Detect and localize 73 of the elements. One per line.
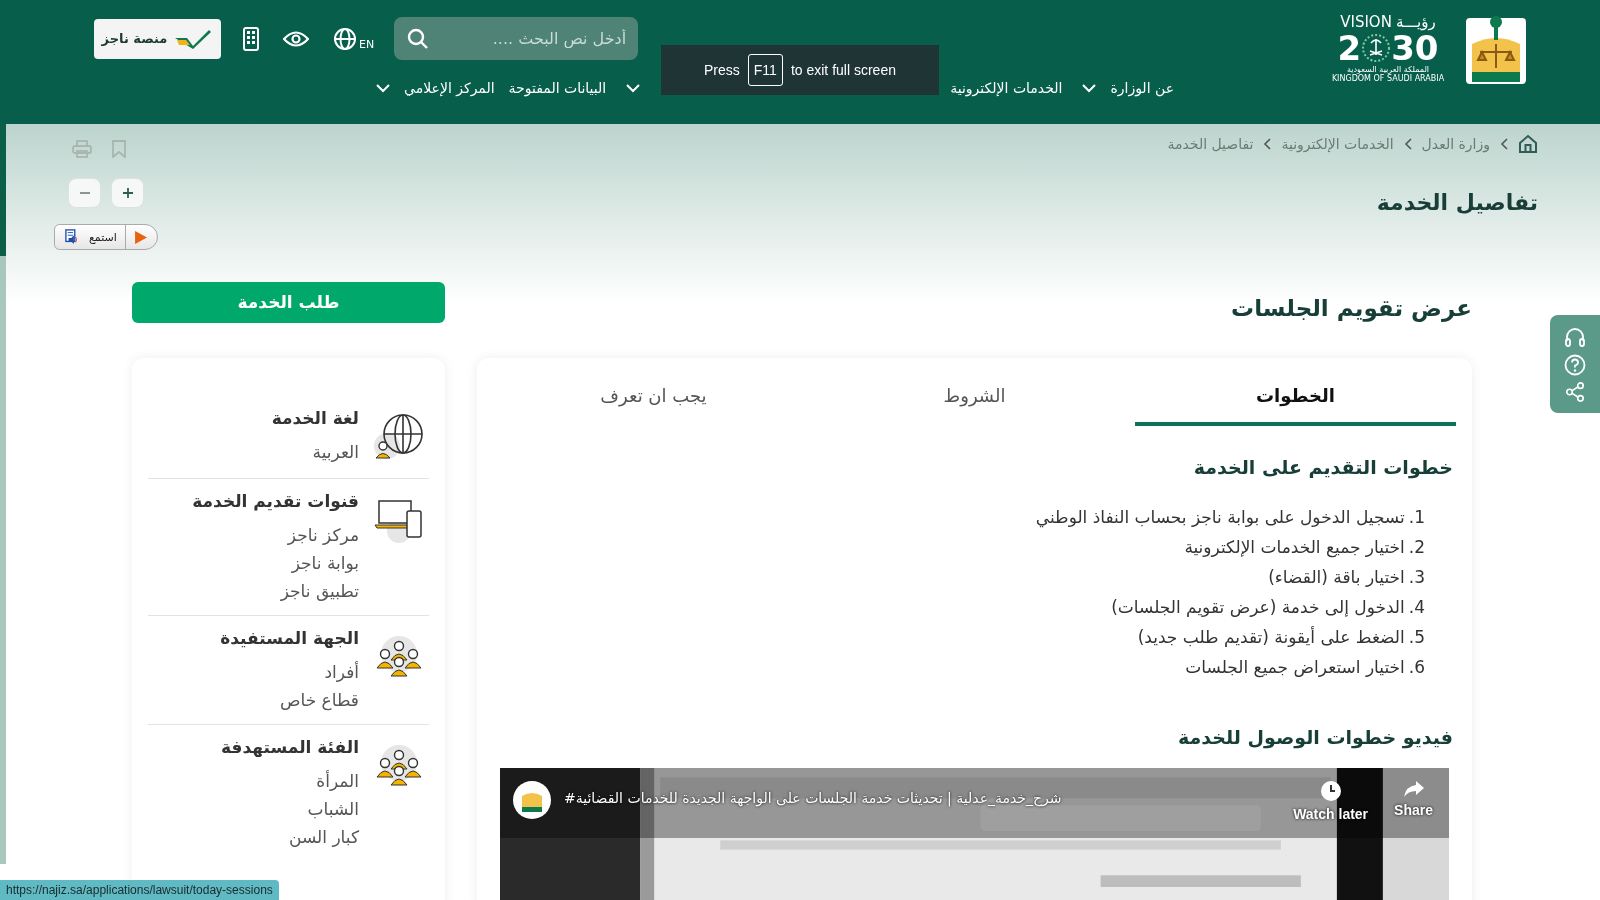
language-link[interactable]: EN [359,37,375,51]
tab[interactable]: الشروط [814,368,1135,426]
info-value: كبار السن [287,827,359,847]
info-title: قنوات تقديم الخدمة [192,491,359,511]
share-icon[interactable] [1565,382,1585,402]
watch-later-button[interactable]: Watch later [1293,780,1369,822]
chevron-down-icon[interactable] [1082,83,1097,93]
home-icon[interactable] [1518,134,1538,154]
globe-icon[interactable] [333,26,357,51]
section-heading: خطوات التقديم على الخدمة [1192,456,1453,478]
info-value: مركز ناجز [286,525,359,545]
step-number: 3. [1408,566,1425,589]
page-scrollbar[interactable] [0,124,6,864]
nav-menu-item[interactable]: المركز الإعلامي [404,80,495,96]
info-value: قطاع خاص [278,690,359,710]
zoom-in-button[interactable] [111,178,144,208]
step-text: تسجيل الدخول على بوابة ناجز بحساب النفاذ الوطني [1035,506,1405,530]
vision-digit: 2 [1337,31,1362,65]
step-text: اختيار باقة (القضاء) [1268,566,1405,589]
chevron-down-icon[interactable] [626,83,641,93]
step-text: اختيار استعراض جميع الجلسات [1185,656,1405,680]
separator-icon [1500,138,1508,150]
plus-icon [121,187,134,199]
separator-icon [1263,138,1272,150]
section-heading: فيديو خطوات الوصول للخدمة [1177,726,1453,748]
keyboard-key: F11 [747,54,783,86]
info-title: الجهة المستفيدة [220,628,359,648]
separator-icon [1403,138,1412,150]
info-value: بوابة ناجز [290,553,359,573]
clock-icon [1319,780,1342,802]
headset-icon[interactable] [1564,326,1586,348]
vision-arabic: رؤيـــة [1395,13,1436,31]
step-text: الدخول إلى خدمة (عرض تقويم الجلسات) [1111,596,1405,619]
play-icon[interactable] [133,230,147,244]
notice-text: to exit full screen [790,62,896,78]
page-title: تفاصيل الخدمة [1375,190,1538,215]
listen-widget[interactable]: استمع [54,224,158,250]
step-text: الضغط على أيقونة (تقديم طلب جديد) [1137,625,1405,649]
step-number: 1. [1408,506,1425,529]
help-icon[interactable] [1564,354,1586,376]
info-value: أفراد [323,662,359,682]
eye-icon[interactable] [283,29,309,48]
step-text: اختيار جميع الخدمات الإلكترونية [1184,536,1405,560]
country-name-arabic: المملكة العربية السعودية [1346,65,1430,74]
notice-text: Press [704,62,740,78]
nav-menu-item[interactable]: الخدمات الإلكترونية [950,80,1063,96]
info-title: لغة الخدمة [271,408,359,428]
info-value: العربية [311,442,359,462]
najiz-platform-button[interactable]: منصة ناجز [94,18,221,59]
channel-avatar-icon[interactable] [512,780,552,820]
vision-digits: 30 [1391,31,1439,65]
service-title: عرض تقويم الجلسات [1231,295,1472,321]
info-value: المرأة [315,771,359,791]
nav-menu-item[interactable]: البيانات المفتوحة [508,80,607,96]
nav-menu-item[interactable]: عن الوزارة [1110,80,1174,96]
info-value: الشباب [306,799,359,819]
tab[interactable]: يجب ان تعرف [493,368,814,426]
checkmark-logo-icon [173,27,214,50]
country-name-english: KINGDOM OF SAUDI ARABIA [1331,74,1445,83]
status-bar-url: https://najiz.sa/applications/lawsuit/today-sessions [0,880,279,900]
step-number: 6. [1408,656,1425,679]
chevron-down-icon[interactable] [376,83,391,93]
step-number: 5. [1408,626,1425,649]
mobile-app-icon[interactable] [243,26,259,51]
share-arrow-icon [1402,780,1425,798]
info-title: الفئة المستهدفة [221,737,359,757]
info-value: تطبيق ناجز [279,581,359,601]
tab[interactable]: الخطوات [1135,368,1456,426]
palm-emblem-icon [1361,33,1392,63]
step-number: 4. [1408,596,1425,619]
vision-word: VISION [1340,13,1392,31]
listen-label[interactable]: استمع [89,230,117,244]
step-number: 2. [1408,536,1425,559]
